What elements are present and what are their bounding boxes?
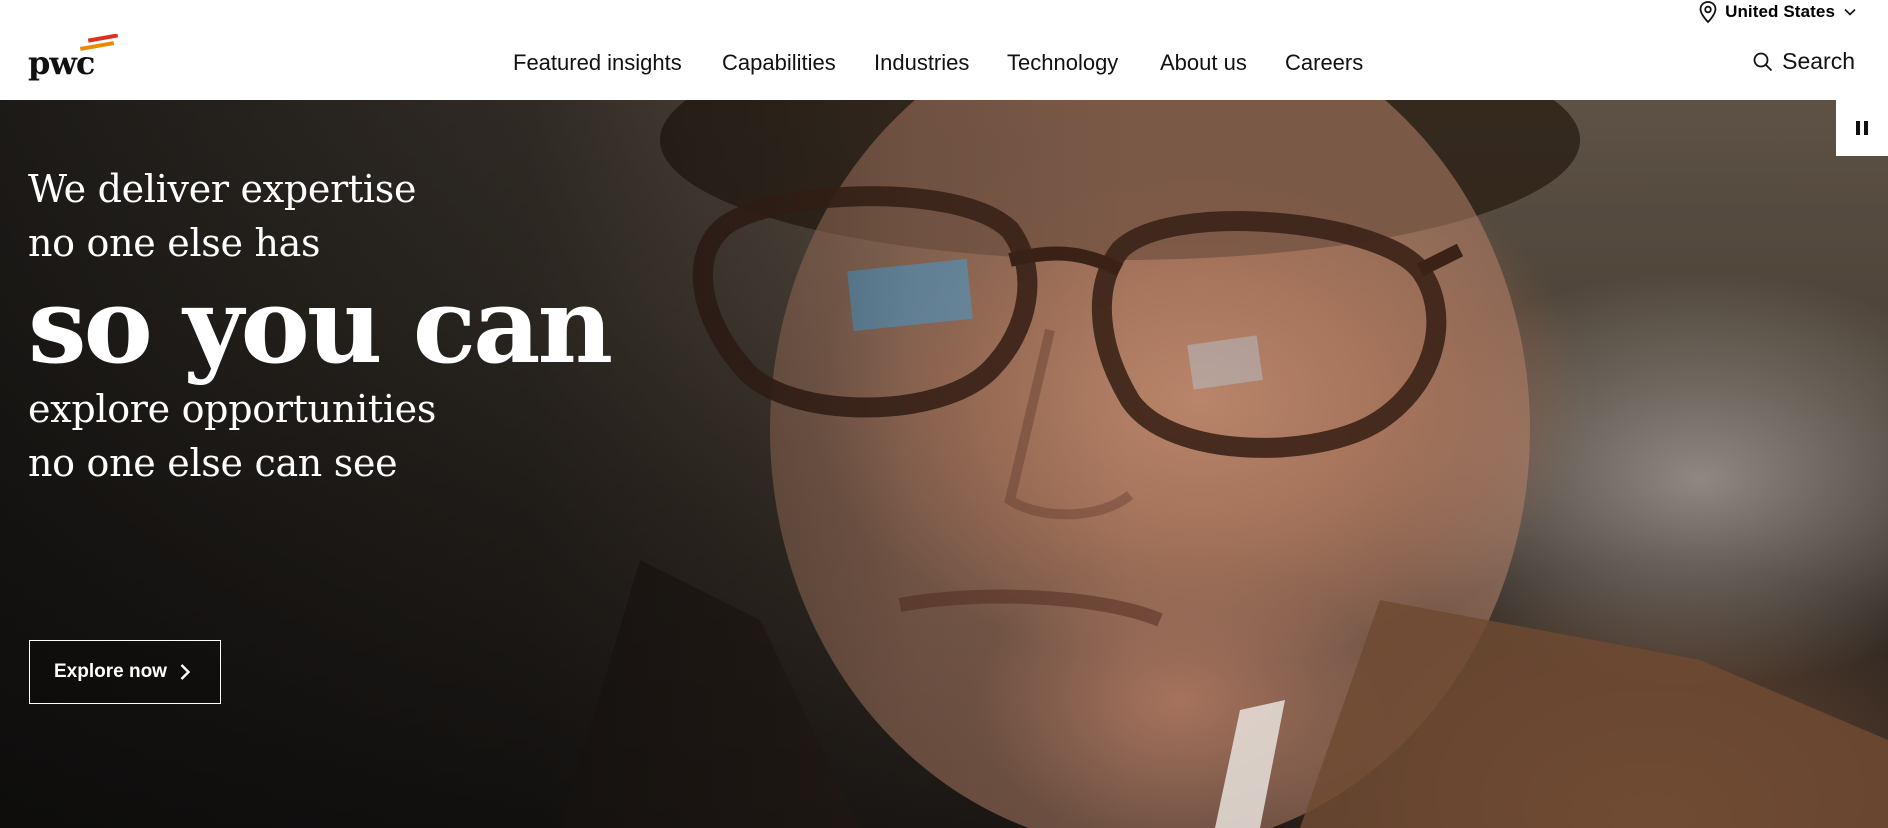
hero-headline: so you can — [28, 264, 613, 387]
chevron-down-icon — [1844, 8, 1856, 16]
locale-label: United States — [1725, 2, 1835, 21]
location-pin-icon — [1699, 1, 1717, 24]
nav-item-capabilities[interactable]: Capabilities — [722, 50, 836, 76]
search-icon — [1753, 52, 1773, 71]
hero-line-2: no one else has — [28, 221, 321, 265]
chevron-right-icon — [180, 664, 191, 680]
primary-nav: Featured insights Capabilities Industrie… — [0, 40, 1888, 88]
pause-icon — [1856, 121, 1868, 135]
explore-now-label: Explore now — [54, 661, 167, 682]
hero-headline-group: We deliver expertise no one else has so … — [28, 162, 613, 490]
video-pause-button[interactable] — [1836, 100, 1888, 156]
hero-line-3: explore opportunities — [28, 387, 437, 431]
hero-line-1: We deliver expertise — [28, 167, 417, 211]
search-button[interactable]: Search — [1752, 48, 1855, 75]
explore-now-button[interactable]: Explore now — [29, 640, 221, 704]
nav-item-about-us[interactable]: About us — [1160, 50, 1247, 76]
nav-item-careers[interactable]: Careers — [1285, 50, 1363, 76]
search-label: Search — [1782, 48, 1855, 74]
nav-item-industries[interactable]: Industries — [874, 50, 969, 76]
hero-banner: We deliver expertise no one else has so … — [0, 100, 1888, 828]
site-header: pwc United States Featured insights Capa… — [0, 0, 1888, 100]
nav-item-technology[interactable]: Technology — [1007, 50, 1118, 76]
locale-selector[interactable]: United States — [1697, 0, 1857, 24]
hero-line-4: no one else can see — [28, 441, 398, 485]
nav-item-featured-insights[interactable]: Featured insights — [513, 50, 682, 76]
